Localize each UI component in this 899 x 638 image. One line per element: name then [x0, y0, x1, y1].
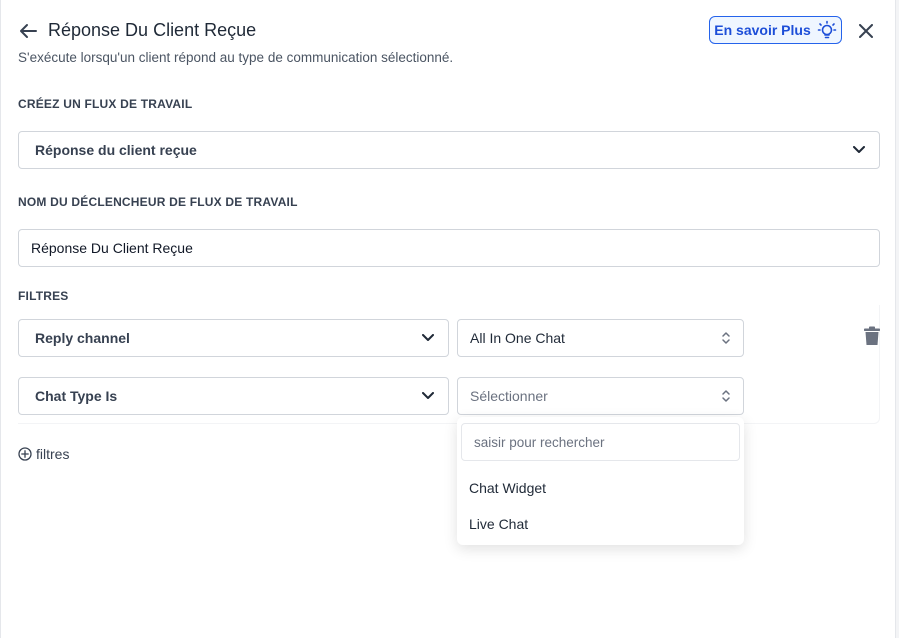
panel-header: Réponse Du Client Reçue En savoir Plus [18, 16, 877, 44]
add-filter-label: filtres [36, 446, 70, 462]
filter-field-value: Reply channel [35, 330, 130, 346]
chevron-down-icon [422, 392, 434, 400]
back-button[interactable] [18, 20, 38, 42]
delete-filter-button[interactable] [863, 326, 881, 346]
filter-field-value: Chat Type Is [35, 388, 118, 404]
options-dropdown: Chat Widget Live Chat [457, 417, 744, 545]
trigger-panel: Réponse Du Client Reçue En savoir Plus S… [0, 0, 896, 638]
chevron-down-icon [853, 146, 865, 154]
workflow-select[interactable]: Réponse du client reçue [18, 131, 880, 169]
chevron-up-down-icon [721, 388, 731, 404]
filter-field-select[interactable]: Chat Type Is [18, 377, 449, 415]
dropdown-search-input[interactable] [461, 423, 740, 461]
lightbulb-icon [817, 20, 837, 39]
dropdown-option-live-chat[interactable]: Live Chat [469, 516, 528, 532]
learn-more-label: En savoir Plus [714, 22, 811, 38]
chevron-down-icon [422, 334, 434, 342]
learn-more-button[interactable]: En savoir Plus [709, 16, 842, 44]
plus-circle-icon [18, 447, 32, 461]
page-title: Réponse Du Client Reçue [48, 20, 257, 40]
trigger-name-input[interactable]: Réponse Du Client Reçue [18, 229, 880, 267]
filter-field-select[interactable]: Reply channel [18, 319, 449, 357]
filter-value-select[interactable]: All In One Chat [457, 319, 744, 357]
workflow-select-value: Réponse du client reçue [35, 142, 197, 158]
trigger-name-section-label: NOM DU DÉCLENCHEUR DE FLUX DE TRAVAIL [18, 195, 298, 209]
dropdown-option-chat-widget[interactable]: Chat Widget [469, 480, 546, 496]
close-icon [859, 24, 873, 38]
trash-icon [864, 326, 880, 345]
filter-value-placeholder: Sélectionner [470, 388, 548, 404]
workflow-section-label: CRÉEZ UN FLUX DE TRAVAIL [18, 97, 193, 111]
trigger-name-value: Réponse Du Client Reçue [31, 240, 193, 256]
page-subtitle: S'exécute lorsqu'un client répond au typ… [18, 50, 454, 65]
chevron-up-down-icon [721, 330, 731, 346]
close-button[interactable] [855, 20, 877, 42]
filters-section-label: FILTRES [18, 289, 69, 303]
add-filter-button[interactable]: filtres [18, 446, 69, 462]
filter-value-text: All In One Chat [470, 330, 565, 346]
filter-value-select[interactable]: Sélectionner [457, 377, 744, 415]
arrow-left-icon [20, 24, 37, 38]
